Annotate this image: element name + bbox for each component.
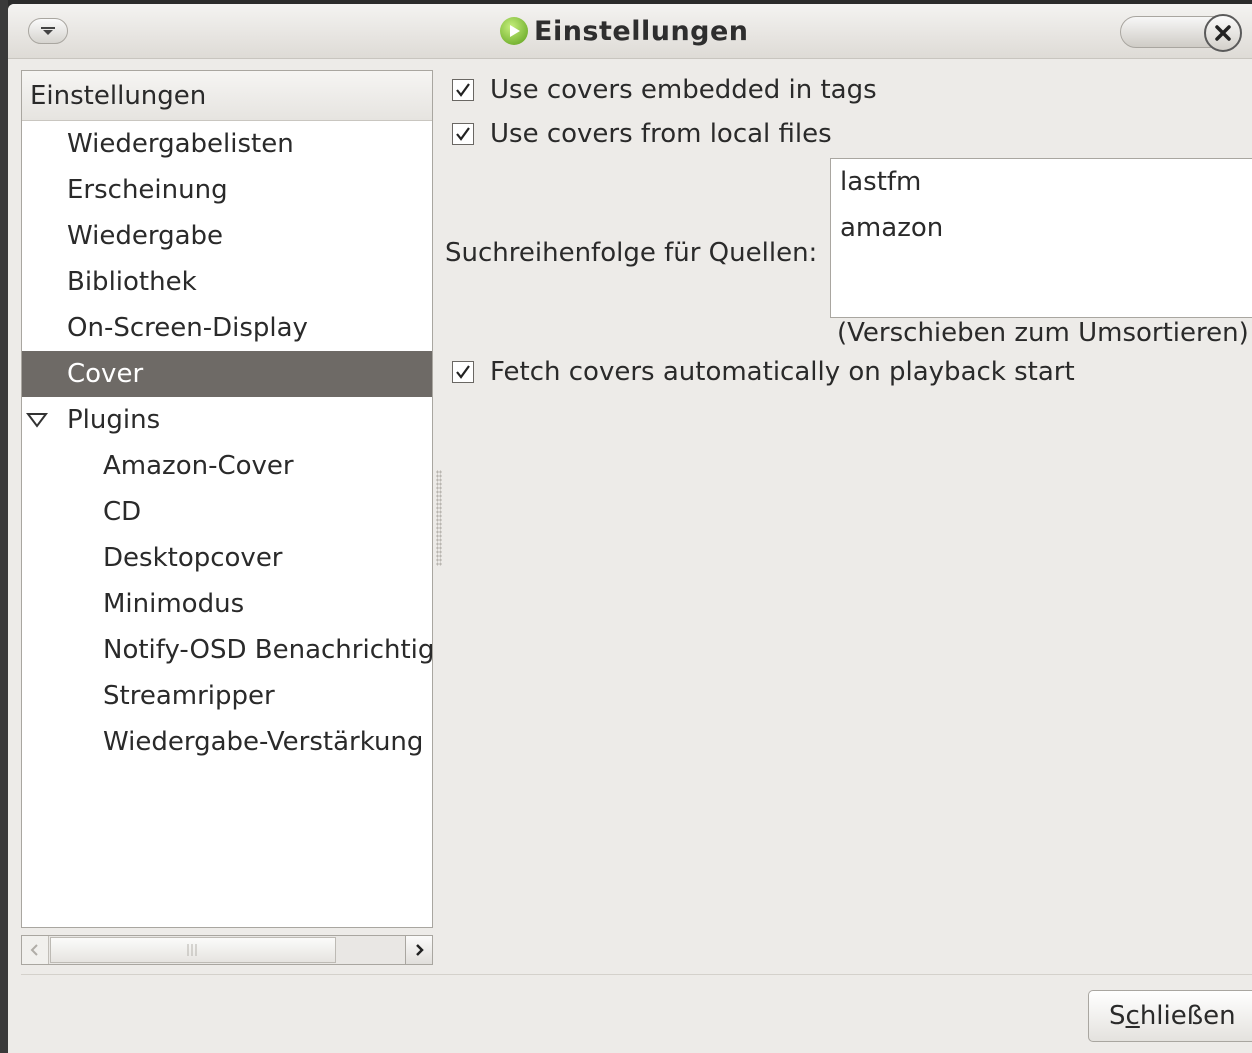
footer-separator: [21, 974, 1252, 975]
chevron-right-icon: [416, 944, 424, 956]
auto-fetch-checkbox[interactable]: [452, 361, 474, 383]
auto-fetch-label: Fetch covers automatically on playback s…: [490, 357, 1075, 387]
tree-item-cover[interactable]: Cover: [22, 351, 432, 397]
tree-item-minimodus[interactable]: Minimodus: [22, 581, 432, 627]
scroll-thumb[interactable]: [50, 937, 336, 963]
tree-item-wiedergabe-verstaerkung[interactable]: Wiedergabe-Verstärkung: [22, 719, 432, 765]
tree-column-header[interactable]: Einstellungen: [22, 71, 432, 121]
close-label-start: S: [1109, 1001, 1126, 1031]
tree-item-wiedergabelisten[interactable]: Wiedergabelisten: [22, 121, 432, 167]
embedded-covers-label: Use covers embedded in tags: [490, 75, 877, 105]
local-covers-label: Use covers from local files: [490, 119, 832, 149]
embedded-covers-checkbox[interactable]: [452, 79, 474, 101]
title-bar[interactable]: Einstellungen: [8, 4, 1252, 59]
checkmark-icon: [456, 83, 470, 97]
close-icon: [1215, 25, 1231, 41]
tree-item-notify-osd[interactable]: Notify-OSD Benachrichtig: [22, 627, 432, 673]
checkmark-icon: [456, 365, 470, 379]
pane-resize-handle[interactable]: [436, 470, 442, 566]
tree-item-osd[interactable]: On-Screen-Display: [22, 305, 432, 351]
tree-item-amazon-cover[interactable]: Amazon-Cover: [22, 443, 432, 489]
tree-item-label: Plugins: [67, 405, 161, 435]
chevron-down-icon: [41, 27, 55, 35]
local-covers-checkbox[interactable]: [452, 123, 474, 145]
close-label-end: hließen: [1139, 1001, 1236, 1031]
window-menu-button[interactable]: [28, 18, 68, 44]
tree-item-cd[interactable]: CD: [22, 489, 432, 535]
window-close-button[interactable]: [1204, 14, 1242, 52]
scroll-left-button[interactable]: [22, 936, 49, 964]
close-dialog-button[interactable]: Schließen: [1088, 990, 1252, 1042]
tree-item-bibliothek[interactable]: Bibliothek: [22, 259, 432, 305]
source-item-lastfm[interactable]: lastfm: [831, 159, 1252, 205]
checkmark-icon: [456, 127, 470, 141]
scroll-right-button[interactable]: [405, 936, 432, 964]
category-tree[interactable]: Einstellungen Wiedergabelisten Erscheinu…: [21, 70, 433, 928]
close-label-mnemonic: c: [1125, 1001, 1140, 1031]
app-play-icon: [500, 17, 528, 45]
tree-item-erscheinung[interactable]: Erscheinung: [22, 167, 432, 213]
desktop-edge: [0, 0, 8, 1053]
source-item-amazon[interactable]: amazon: [831, 205, 1252, 251]
search-order-label: Suchreihenfolge für Quellen:: [445, 238, 818, 268]
auto-fetch-option[interactable]: Fetch covers automatically on playback s…: [452, 355, 1075, 389]
window-title-group: Einstellungen: [500, 14, 749, 48]
horizontal-scrollbar[interactable]: [21, 935, 433, 965]
tree-item-desktopcover[interactable]: Desktopcover: [22, 535, 432, 581]
local-covers-option[interactable]: Use covers from local files: [452, 117, 832, 151]
grip-icon: [187, 944, 197, 956]
tree-item-streamripper[interactable]: Streamripper: [22, 673, 432, 719]
chevron-left-icon: [30, 944, 38, 956]
expander-triangle-icon[interactable]: [26, 410, 48, 430]
window-title: Einstellungen: [534, 15, 749, 47]
tree-item-wiedergabe[interactable]: Wiedergabe: [22, 213, 432, 259]
tree-item-plugins[interactable]: Plugins: [22, 397, 432, 443]
reorder-hint: (Verschieben zum Umsortieren): [837, 318, 1249, 348]
source-order-list[interactable]: lastfm amazon: [830, 158, 1252, 318]
preferences-window: Einstellungen Einstellungen Wiedergabeli…: [8, 4, 1252, 1053]
embedded-covers-option[interactable]: Use covers embedded in tags: [452, 73, 877, 107]
